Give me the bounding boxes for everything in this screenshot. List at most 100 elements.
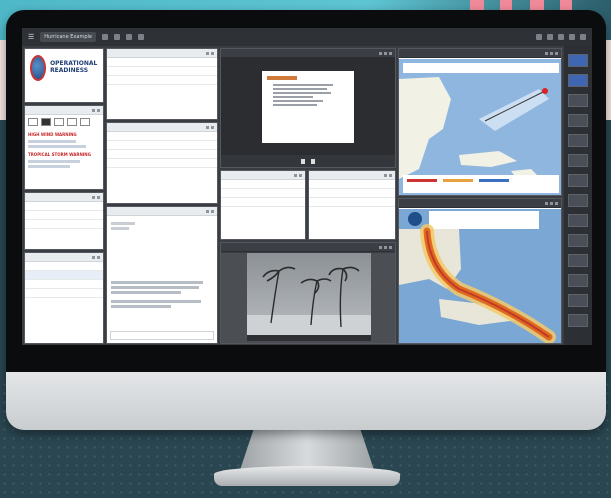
files-panel [24, 252, 104, 344]
previous-icon[interactable] [301, 158, 305, 164]
track-map-panel [398, 198, 562, 344]
toolbar-icon[interactable] [536, 34, 542, 40]
layout-thumbnail[interactable] [568, 294, 588, 307]
list-item[interactable] [25, 289, 103, 298]
toolbar-icon[interactable] [137, 34, 144, 40]
menu-icon[interactable]: ☰ [28, 33, 34, 41]
track-map-image [399, 209, 561, 343]
list-item[interactable] [221, 198, 305, 207]
layout-thumbnail[interactable] [568, 194, 588, 207]
text-line [111, 300, 201, 303]
list-item[interactable] [25, 211, 103, 220]
contacts-panel [106, 122, 218, 204]
panel-header [107, 207, 217, 216]
toolbar-icon[interactable] [113, 34, 120, 40]
list-item[interactable] [107, 58, 217, 67]
panel-header [221, 243, 395, 252]
panel-header [25, 106, 103, 115]
clock-option[interactable] [67, 118, 77, 126]
list-item[interactable] [221, 189, 305, 198]
toolbar-icon[interactable] [569, 34, 575, 40]
toolbar-icon[interactable] [580, 34, 586, 40]
layout-thumbnail[interactable] [568, 174, 588, 187]
slide-area [221, 59, 395, 155]
layout-thumbnail[interactable] [568, 154, 588, 167]
notices-panel: HIGH WIND WARNING TROPICAL STORM WARNING [24, 105, 104, 190]
panel-header [399, 49, 561, 58]
chat-input[interactable] [110, 331, 214, 340]
logo-title: OPERATIONAL READINESS [50, 60, 98, 74]
list-item[interactable] [25, 262, 103, 271]
list-item[interactable] [107, 132, 217, 141]
toolbar-icon[interactable] [125, 34, 132, 40]
list-item[interactable] [107, 67, 217, 76]
clock-option[interactable] [41, 118, 51, 126]
panel-header [25, 253, 103, 262]
slide-bullet [273, 96, 313, 98]
clock-option[interactable] [28, 118, 38, 126]
list-item[interactable] [309, 180, 395, 189]
list-item[interactable] [221, 180, 305, 189]
slide-bullet [273, 104, 317, 106]
list-item[interactable] [309, 189, 395, 198]
panel-header [107, 49, 217, 58]
warning-line: HIGH WIND WARNING [28, 132, 77, 137]
layout-sidebar [564, 46, 592, 345]
toolbar-icon[interactable] [558, 34, 564, 40]
layout-thumbnail[interactable] [568, 114, 588, 127]
clock-option[interactable] [54, 118, 64, 126]
text-line [28, 165, 70, 168]
list-item[interactable] [25, 280, 103, 289]
next-icon[interactable] [311, 158, 315, 164]
text-line [28, 145, 86, 148]
layout-thumbnail[interactable] [568, 254, 588, 267]
layout-thumbnail[interactable] [568, 314, 588, 327]
text-line [111, 305, 171, 308]
list-item[interactable] [107, 76, 217, 85]
forecast-map[interactable] [399, 59, 561, 195]
track-map[interactable] [399, 209, 561, 343]
list-item-selected[interactable] [25, 271, 103, 280]
slide-bullet [273, 100, 323, 102]
forecast-map-image [399, 59, 561, 195]
list-item[interactable] [309, 198, 395, 207]
logo: OPERATIONAL READINESS [25, 49, 103, 87]
workspace-selector[interactable]: Hurricane Example [40, 32, 96, 42]
list-panel [24, 192, 104, 250]
chat-messages [111, 279, 211, 310]
slide-heading [267, 76, 297, 80]
text-line [111, 291, 181, 294]
panel-header [107, 123, 217, 132]
text-line [28, 160, 80, 163]
layout-thumbnail[interactable] [568, 134, 588, 147]
slide-bullet [273, 92, 331, 94]
clock-option[interactable] [80, 118, 90, 126]
layout-thumbnail[interactable] [568, 214, 588, 227]
list-item[interactable] [107, 150, 217, 159]
monitor-stand-base [214, 466, 400, 486]
layout-thumbnail[interactable] [568, 74, 588, 87]
panel-header [25, 193, 103, 202]
toolbar-icon[interactable] [101, 34, 108, 40]
text-line [111, 222, 135, 225]
app-screen: ☰ Hurricane Example OPERATIONAL READINES… [22, 28, 592, 345]
list-item[interactable] [25, 202, 103, 211]
layout-thumbnail[interactable] [568, 94, 588, 107]
checklist-panel [106, 48, 218, 120]
list-item[interactable] [25, 220, 103, 229]
warning-line: TROPICAL STORM WARNING [28, 152, 91, 157]
storm-photo [221, 253, 395, 343]
toolbar-icon[interactable] [547, 34, 553, 40]
panel-header [221, 171, 305, 180]
logo-panel: OPERATIONAL READINESS [24, 48, 104, 103]
list-item[interactable] [107, 159, 217, 168]
slide-page [262, 71, 354, 143]
list-item[interactable] [107, 141, 217, 150]
panel-header [309, 171, 395, 180]
layout-thumbnail[interactable] [568, 234, 588, 247]
layout-thumbnail[interactable] [568, 54, 588, 67]
layout-thumbnail[interactable] [568, 274, 588, 287]
chat-panel [106, 206, 218, 344]
clock-selector[interactable] [25, 115, 103, 129]
video-panel [220, 242, 396, 344]
